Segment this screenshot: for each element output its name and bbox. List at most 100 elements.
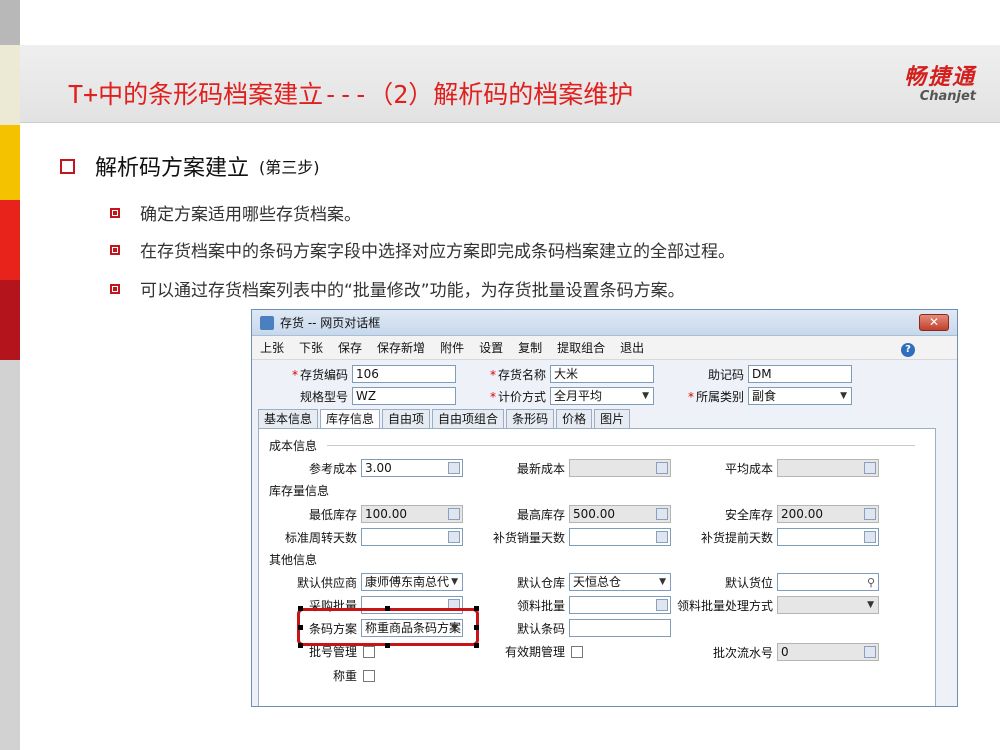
selection-handle (298, 643, 303, 648)
strip-darkred (0, 280, 20, 360)
tab-free-items[interactable]: 自由项 (382, 409, 431, 428)
code-label: 存货编码 (299, 367, 348, 382)
batch-serial-row: 批次流水号 0 (685, 643, 879, 661)
help-icon[interactable]: ? (901, 343, 915, 357)
toolbar-extract-combo[interactable]: 提取组合 (557, 339, 605, 356)
batch-serial-label: 批次流水号 (712, 645, 773, 660)
bullet-text: 确定方案适用哪些存货档案。 (140, 205, 361, 225)
min-stock-label: 最低库存 (308, 507, 357, 522)
calculator-icon[interactable] (864, 531, 876, 543)
batch-serial-input[interactable]: 0 (777, 643, 879, 661)
supplier-label: 默认供应商 (296, 575, 357, 590)
section-cost: 成本信息 (269, 439, 318, 453)
category-select[interactable]: 副食 ▼ (748, 387, 852, 405)
heading-sub: (第三步) (259, 158, 320, 177)
toolbar-exit[interactable]: 退出 (620, 339, 644, 356)
calculator-icon[interactable] (864, 508, 876, 520)
avg-cost-label: 平均成本 (724, 461, 773, 476)
calculator-icon[interactable] (656, 508, 668, 520)
tab-images[interactable]: 图片 (594, 409, 631, 428)
inventory-dialog: 存货 -- 网页对话框 ✕ 上张 下张 保存 保存新增 附件 设置 复制 提取组… (251, 309, 958, 707)
ref-cost-input[interactable]: 3.00 (361, 459, 463, 477)
tab-basic[interactable]: 基本信息 (258, 409, 319, 428)
tab-stock[interactable]: 库存信息 (320, 409, 381, 428)
toolbar-copy[interactable]: 复制 (518, 339, 542, 356)
category-label: 所属类别 (695, 389, 744, 404)
close-button[interactable]: ✕ (919, 314, 949, 331)
tab-free-combo[interactable]: 自由项组合 (432, 409, 505, 428)
calculator-icon[interactable] (448, 531, 460, 543)
code-input[interactable]: 106 (352, 365, 456, 383)
dialog-titlebar[interactable]: 存货 -- 网页对话框 (252, 310, 957, 336)
bullet-2: 在存货档案中的条码方案字段中选择对应方案即完成条码档案建立的全部过程。 (110, 237, 735, 262)
calculator-icon[interactable] (656, 531, 668, 543)
calculator-icon[interactable] (448, 462, 460, 474)
mnemonic-input[interactable]: DM (748, 365, 852, 383)
name-input[interactable]: 大米 (550, 365, 654, 383)
turnover-input[interactable] (361, 528, 463, 546)
toolbar-settings[interactable]: 设置 (479, 339, 503, 356)
strip-gray (0, 0, 20, 45)
section-stock: 库存量信息 (269, 484, 330, 498)
pricing-select[interactable]: 全月平均 ▼ (550, 387, 654, 405)
toolbar-save-new[interactable]: 保存新增 (377, 339, 425, 356)
bullet-icon (110, 244, 120, 255)
calculator-icon[interactable] (656, 599, 668, 611)
replenish-days-input[interactable] (569, 528, 671, 546)
search-icon[interactable]: ⚲ (867, 575, 875, 590)
ref-cost-label: 参考成本 (308, 461, 357, 476)
spec-input[interactable]: WZ (352, 387, 456, 405)
strip-lightgray (0, 360, 20, 750)
default-barcode-input[interactable] (569, 619, 671, 637)
selection-handle (298, 625, 303, 630)
calculator-icon[interactable] (864, 646, 876, 658)
pick-method-select: ▼ (777, 596, 879, 614)
toolbar-save[interactable]: 保存 (338, 339, 362, 356)
calculator-icon[interactable] (448, 508, 460, 520)
batch-mgmt-checkbox[interactable] (363, 645, 375, 658)
safe-stock-input[interactable]: 200.00 (777, 505, 879, 523)
ref-cost-row: 参考成本 3.00 (269, 459, 463, 477)
min-stock-input[interactable]: 100.00 (361, 505, 463, 523)
mnemonic-row: 助记码 DM (692, 365, 852, 383)
location-input[interactable]: ⚲ (777, 573, 879, 591)
mnemonic-label: 助记码 (707, 367, 744, 382)
window-icon (260, 315, 274, 330)
tab-strip: 基本信息 库存信息 自由项 自由项组合 条形码 价格 图片 (258, 409, 632, 428)
lead-days-label: 补货提前天数 (700, 530, 773, 545)
square-bullet-icon (60, 158, 75, 174)
lead-days-input[interactable] (777, 528, 879, 546)
strip-yellow (0, 125, 20, 200)
latest-cost-input (569, 459, 671, 477)
name-label: 存货名称 (497, 367, 546, 382)
pick-method-row: 领料批量处理方式 ▼ (671, 596, 879, 614)
chevron-down-icon: ▼ (451, 577, 458, 587)
logo-cn: 畅捷通 (903, 65, 976, 90)
max-stock-input[interactable]: 500.00 (569, 505, 671, 523)
toolbar-next[interactable]: 下张 (299, 339, 323, 356)
selection-handle (298, 606, 303, 611)
safe-stock-label: 安全库存 (724, 507, 773, 522)
section-other: 其他信息 (269, 553, 318, 567)
warehouse-label: 默认仓库 (516, 575, 565, 590)
calculator-icon (656, 462, 668, 474)
tab-barcode[interactable]: 条形码 (506, 409, 555, 428)
chevron-down-icon: ▼ (867, 600, 874, 610)
supplier-select[interactable]: 康师傅东南总代 ▼ (361, 573, 463, 591)
max-stock-label: 最高库存 (516, 507, 565, 522)
replenish-days-label: 补货销量天数 (492, 530, 565, 545)
code-row: * 存货编码 106 (272, 365, 456, 383)
toolbar-prev[interactable]: 上张 (260, 339, 284, 356)
tab-price[interactable]: 价格 (556, 409, 593, 428)
dialog-title: 存货 -- 网页对话框 (280, 316, 381, 330)
heading-text: 解析码方案建立 (95, 156, 250, 181)
pricing-row: * 计价方式 全月平均 ▼ (484, 387, 654, 405)
weigh-checkbox[interactable] (363, 669, 375, 682)
toolbar-attachment[interactable]: 附件 (440, 339, 464, 356)
pick-batch-input[interactable] (569, 596, 671, 614)
supplier-row: 默认供应商 康师傅东南总代 ▼ (269, 573, 463, 591)
warehouse-select[interactable]: 天恒总仓 ▼ (569, 573, 671, 591)
pricing-label: 计价方式 (497, 389, 546, 404)
avg-cost-input (777, 459, 879, 477)
expiry-mgmt-checkbox[interactable] (571, 645, 583, 658)
